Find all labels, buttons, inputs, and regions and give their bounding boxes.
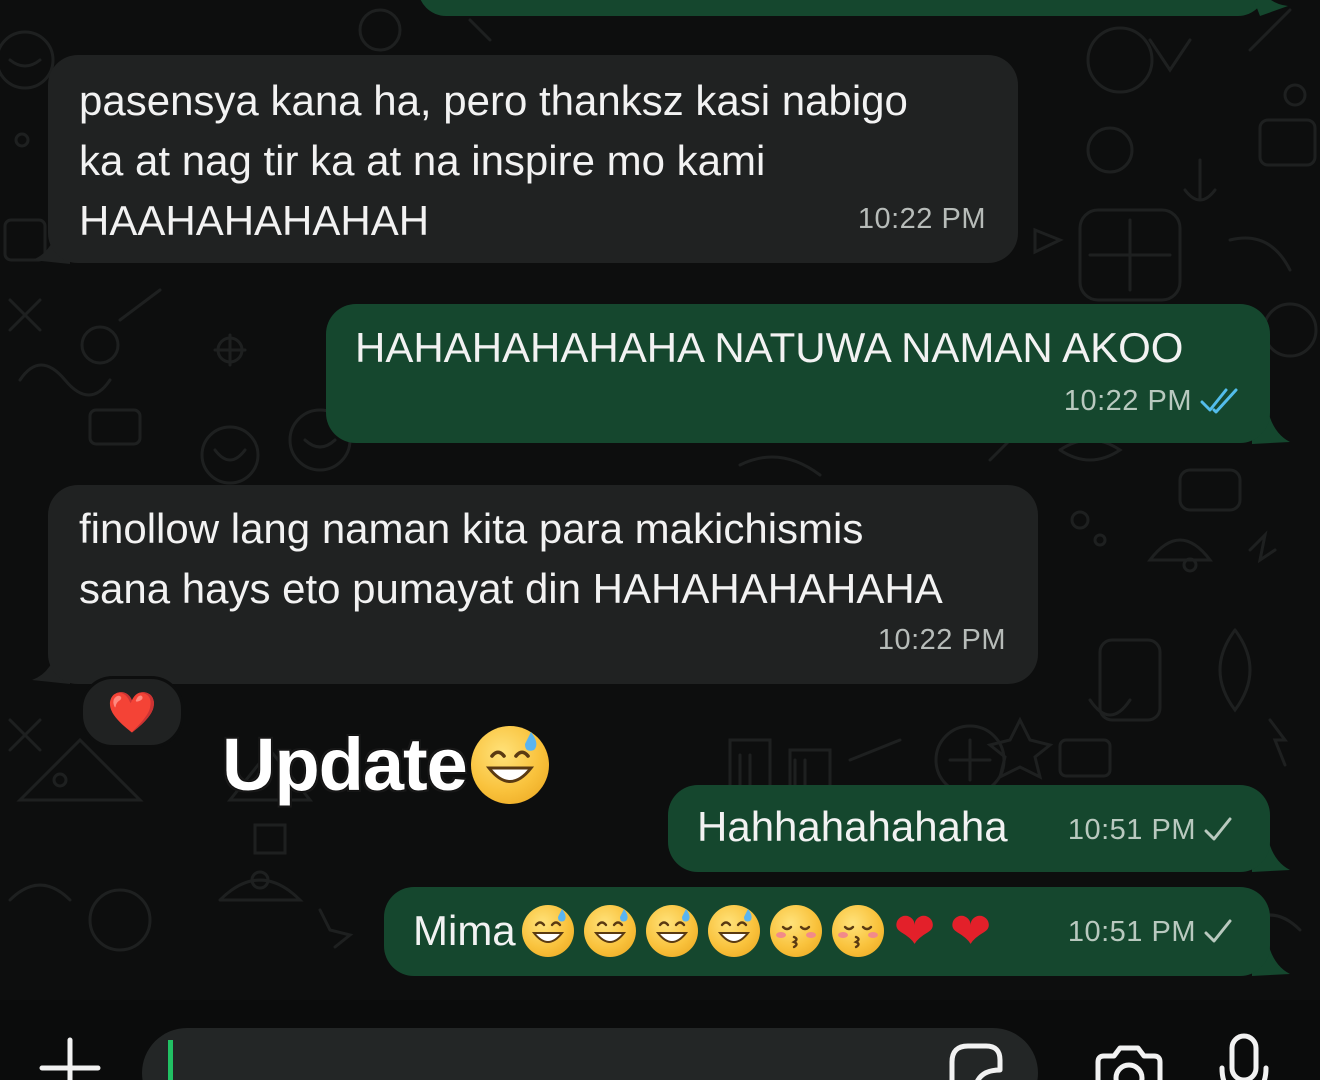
message-time: 10:22 PM — [1063, 385, 1192, 417]
kissing-closed-eyes-emoji-icon — [831, 905, 884, 957]
red-heart-icon: ❤ — [949, 903, 992, 959]
camera-icon[interactable] — [1092, 1042, 1166, 1080]
message-bubble-incoming[interactable]: pasensya kana ha, pero thanksz kasi nabi… — [48, 55, 1018, 263]
message-input[interactable] — [142, 1028, 1038, 1080]
message-bubble-outgoing[interactable]: Hahhahahahaha 10:51 PM — [668, 785, 1270, 872]
message-text: HAHAHAHAHAHA NATUWA NAMAN AKOO — [355, 324, 1184, 371]
message-time: 10:22 PM — [857, 203, 986, 235]
grinning-sweat-emoji-icon — [470, 725, 549, 804]
message-bubble-outgoing-partial[interactable] — [418, 0, 1266, 16]
message-bubble-outgoing[interactable]: HAHAHAHAHAHA NATUWA NAMAN AKOO 10:22 PM — [326, 304, 1270, 443]
single-check-icon — [1204, 817, 1232, 843]
grinning-sweat-emoji-icon — [645, 905, 698, 957]
chat-screen: pasensya kana ha, pero thanksz kasi nabi… — [0, 0, 1320, 1080]
red-heart-icon: ❤️ — [107, 690, 157, 735]
sticker-icon[interactable] — [944, 1040, 1004, 1080]
bubble-tail — [1253, 0, 1288, 16]
kissing-closed-eyes-emoji-icon — [769, 905, 822, 957]
message-time: 10:22 PM — [877, 624, 1006, 656]
message-time: 10:51 PM — [1067, 814, 1196, 846]
plus-icon[interactable] — [38, 1036, 102, 1080]
message-bubble-incoming[interactable]: finollow lang naman kita para makichismi… — [48, 485, 1038, 684]
message-time: 10:51 PM — [1067, 916, 1196, 948]
message-text: finollow lang naman kita para makichismi… — [79, 505, 943, 612]
grinning-sweat-emoji-icon — [707, 905, 760, 957]
single-check-icon — [1204, 919, 1232, 945]
grinning-sweat-emoji-icon — [583, 905, 636, 957]
update-sticker-text: Update — [222, 723, 468, 806]
update-sticker-overlay: Update — [222, 722, 549, 807]
text-cursor — [168, 1040, 173, 1080]
reaction-badge[interactable]: ❤️ — [80, 676, 184, 748]
message-text: Mima — [413, 907, 516, 954]
message-composer — [0, 1000, 1320, 1080]
message-bubble-outgoing[interactable]: Mima ❤ ❤ 10:51 PM — [384, 887, 1270, 976]
grinning-sweat-emoji-icon — [521, 905, 574, 957]
double-check-icon — [1200, 388, 1240, 414]
red-heart-icon: ❤ — [893, 903, 936, 959]
microphone-icon[interactable] — [1214, 1032, 1274, 1080]
